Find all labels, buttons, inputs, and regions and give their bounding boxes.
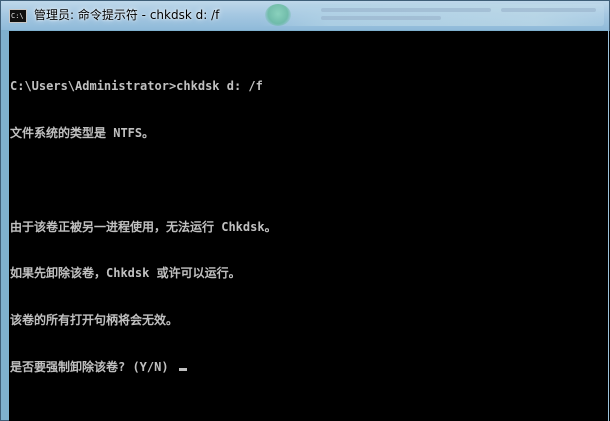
console-prompt-line: 是否要强制卸除该卷? (Y/N)	[10, 360, 277, 376]
window-title: 管理员: 命令提示符 - chkdsk d: /f	[34, 8, 220, 22]
blurred-text	[501, 8, 596, 12]
console-output-area[interactable]: C:\Users\Administrator>chkdsk d: /f 文件系统…	[9, 31, 610, 421]
command-prompt-icon[interactable]: C:\	[9, 9, 27, 23]
title-bar[interactable]: C:\ 管理员: 命令提示符 - chkdsk d: /f	[1, 1, 609, 30]
blurred-green-icon	[265, 4, 291, 26]
console-text: C:\Users\Administrator>chkdsk d: /f 文件系统…	[10, 48, 277, 407]
blurred-text	[321, 16, 441, 20]
console-line: 由于该卷正被另一进程使用，无法运行 Chkdsk。	[10, 219, 277, 234]
console-line: 如果先卸除该卷，Chkdsk 或许可以运行。	[10, 266, 241, 281]
console-line: 文件系统的类型是 NTFS。	[10, 125, 155, 140]
blurred-text	[321, 8, 491, 12]
console-window: C:\ 管理员: 命令提示符 - chkdsk d: /f C:\Users\A…	[0, 0, 610, 421]
text-cursor	[178, 367, 187, 371]
console-line: 该卷的所有打开句柄将会无效。	[10, 313, 179, 328]
console-prompt: 是否要强制卸除该卷? (Y/N)	[10, 359, 176, 374]
console-line: C:\Users\Administrator>chkdsk d: /f	[10, 79, 263, 94]
window-border	[608, 30, 609, 421]
